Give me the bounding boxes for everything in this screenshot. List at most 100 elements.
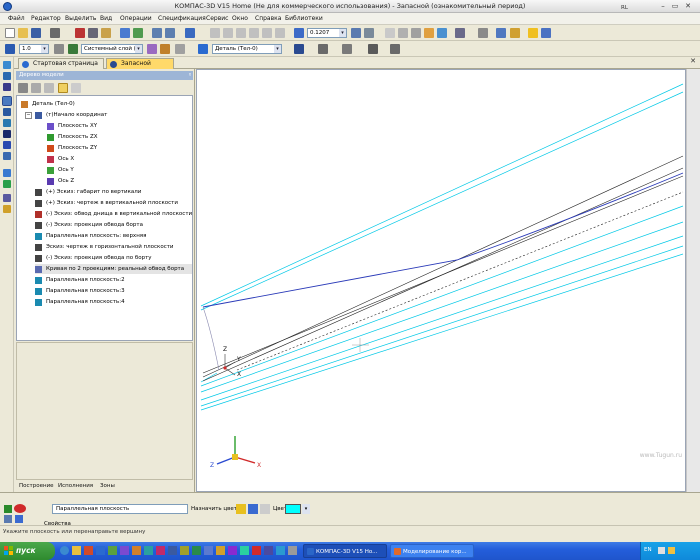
- chevron-down-icon[interactable]: ▾: [302, 504, 310, 514]
- wireframe-icon[interactable]: [385, 28, 395, 38]
- tree-node[interactable]: (+) Эскиз: габарит по вертикали: [35, 187, 192, 197]
- task-kompas[interactable]: КОМПАС-3D V15 Ho...: [303, 544, 387, 558]
- chevron-down-icon[interactable]: ▾: [274, 45, 281, 53]
- quicklaunch-app-icon[interactable]: [156, 546, 165, 555]
- library-icon[interactable]: [510, 28, 520, 38]
- menu-item[interactable]: Вид: [100, 15, 112, 22]
- quicklaunch-app-icon[interactable]: [84, 546, 93, 555]
- menu-item[interactable]: Спецификация: [158, 15, 206, 22]
- pan-icon[interactable]: [262, 28, 272, 38]
- designations-icon[interactable]: [3, 83, 11, 91]
- quicklaunch-app-icon[interactable]: [108, 546, 117, 555]
- quicklaunch-app-icon[interactable]: [144, 546, 153, 555]
- part-icon[interactable]: [198, 44, 208, 54]
- menu-item[interactable]: Справка: [255, 15, 281, 22]
- filters-icon[interactable]: [3, 180, 11, 188]
- quicklaunch-app-icon[interactable]: [276, 546, 285, 555]
- pin-icon[interactable]: ᵡ: [189, 71, 191, 80]
- print-area-icon[interactable]: [390, 44, 400, 54]
- tree-node[interactable]: (+) Эскиз: чертеж в вертикальной плоскос…: [35, 198, 192, 208]
- quicklaunch-browser-icon[interactable]: [60, 546, 69, 555]
- zoom-window-icon[interactable]: [236, 28, 246, 38]
- measure-icon[interactable]: [3, 169, 11, 177]
- tree-node[interactable]: Деталь (Тел-0): [21, 99, 192, 109]
- quicklaunch-folder-icon[interactable]: [72, 546, 81, 555]
- zoom-in-icon[interactable]: [210, 28, 220, 38]
- tree-mode-icon[interactable]: [18, 83, 28, 93]
- edit-details-icon[interactable]: [2, 96, 12, 106]
- tree-node[interactable]: (-) Эскиз: обвод днища в вертикальной пл…: [35, 209, 192, 219]
- menu-item[interactable]: Выделить: [65, 15, 96, 22]
- variables-icon[interactable]: [133, 28, 143, 38]
- reports-icon[interactable]: [3, 205, 11, 213]
- vertical-scrollbar[interactable]: [686, 69, 700, 492]
- thin-lines-icon[interactable]: [411, 28, 421, 38]
- save-icon[interactable]: [31, 28, 41, 38]
- spatial-curves-icon[interactable]: [3, 119, 11, 127]
- layer-manager-icon[interactable]: [147, 44, 157, 54]
- restore-button[interactable]: ▭: [670, 2, 680, 11]
- tree-structure-icon[interactable]: [58, 83, 68, 93]
- chevron-down-icon[interactable]: ▾: [339, 29, 346, 37]
- mate-icon[interactable]: [541, 28, 551, 38]
- zoom-region-icon[interactable]: [249, 28, 259, 38]
- dimensions-icon[interactable]: [3, 72, 11, 80]
- geometry-icon[interactable]: [3, 61, 11, 69]
- menu-item[interactable]: Сервис: [206, 15, 228, 22]
- fit-all-icon[interactable]: [275, 28, 285, 38]
- tree-node[interactable]: Параллельная плоскость:4: [35, 297, 192, 307]
- menu-item[interactable]: Операции: [120, 15, 152, 22]
- sheet-metal-icon[interactable]: [3, 152, 11, 160]
- close-button[interactable]: ✕: [683, 2, 693, 11]
- chevron-down-icon[interactable]: ▾: [41, 45, 48, 53]
- new-file-icon[interactable]: [5, 28, 15, 38]
- minimize-button[interactable]: –: [658, 2, 668, 11]
- arrays-icon[interactable]: [3, 141, 11, 149]
- object-name-field[interactable]: Параллельная плоскость: [52, 504, 188, 514]
- tab-versions[interactable]: Исполнения: [58, 483, 93, 489]
- properties-icon[interactable]: [120, 28, 130, 38]
- chevron-down-icon[interactable]: ▾: [135, 45, 142, 53]
- display-icon[interactable]: [318, 44, 328, 54]
- volume-icon[interactable]: [668, 547, 675, 554]
- color-swatch[interactable]: [285, 504, 301, 514]
- tree-node[interactable]: Ось X: [47, 154, 192, 164]
- pin-panel-icon[interactable]: [4, 515, 12, 523]
- chevron-down-icon[interactable]: [31, 83, 41, 93]
- cut-icon[interactable]: [75, 28, 85, 38]
- menu-item[interactable]: Библиотеки: [285, 15, 323, 22]
- help-icon[interactable]: [15, 515, 23, 523]
- menu-item[interactable]: Файл: [8, 15, 25, 22]
- quicklaunch-app-icon[interactable]: [240, 546, 249, 555]
- quicklaunch-app-icon[interactable]: [216, 546, 225, 555]
- tree-node[interactable]: Ось Y: [47, 165, 192, 175]
- tab-zapasnoy[interactable]: Запасной: [106, 58, 174, 69]
- tree-node[interactable]: Плоскость XY: [47, 121, 192, 131]
- perspective-icon[interactable]: [455, 28, 465, 38]
- undo-icon[interactable]: [152, 28, 162, 38]
- tree-node[interactable]: Параллельная плоскость:3: [35, 286, 192, 296]
- reset-color-icon[interactable]: [260, 504, 270, 514]
- hatch-icon[interactable]: [368, 44, 378, 54]
- hidden-lines-icon[interactable]: [398, 28, 408, 38]
- quicklaunch-app-icon[interactable]: [252, 546, 261, 555]
- tab-construction[interactable]: Построение: [19, 483, 54, 489]
- network-icon[interactable]: [658, 547, 665, 554]
- language-indicator[interactable]: EN: [644, 547, 652, 553]
- tree-node[interactable]: Параллельная плоскость:2: [35, 275, 192, 285]
- tree-view-icon[interactable]: [44, 83, 54, 93]
- open-file-icon[interactable]: [18, 28, 28, 38]
- quicklaunch-app-icon[interactable]: [204, 546, 213, 555]
- view-icon[interactable]: [175, 44, 185, 54]
- shaded-icon[interactable]: [437, 28, 447, 38]
- quicklaunch-app-icon[interactable]: [264, 546, 273, 555]
- paste-icon[interactable]: [101, 28, 111, 38]
- part-select[interactable]: Деталь (Тел-0) ▾: [212, 44, 282, 54]
- quicklaunch-app-icon[interactable]: [132, 546, 141, 555]
- auxiliary-geometry-icon[interactable]: [3, 108, 11, 116]
- start-button[interactable]: пуск: [0, 542, 55, 560]
- copy-icon[interactable]: [88, 28, 98, 38]
- quicklaunch-app-icon[interactable]: [180, 546, 189, 555]
- text-style-icon[interactable]: [342, 44, 352, 54]
- state-icon[interactable]: [160, 44, 170, 54]
